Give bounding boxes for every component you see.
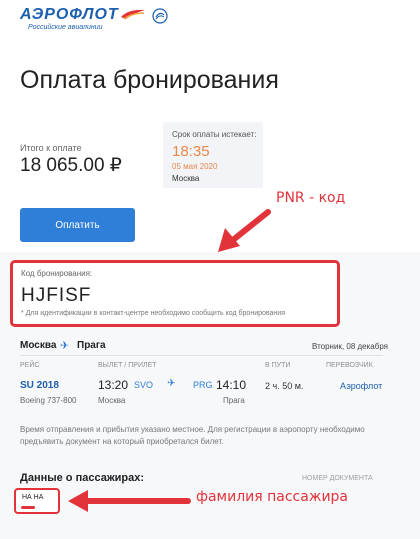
pnr-annotation: PNR - код <box>276 190 346 206</box>
booking-code-label: Код бронирования: <box>21 269 93 278</box>
departure-airport: SVO <box>134 380 154 390</box>
flight-number: SU 2018 <box>20 380 59 391</box>
plane-icon: ✈ <box>167 378 176 389</box>
divider <box>20 355 383 356</box>
arrival-airport: PRG <box>193 380 213 390</box>
col-header-carrier: ПЕРЕВОЗЧИК <box>326 362 373 369</box>
page-title: Оплата бронирования <box>20 66 279 94</box>
logo-text[interactable]: АЭРОФЛОТ <box>20 6 119 24</box>
arrival-time: 14:10 <box>216 378 247 392</box>
route-to: Прага <box>77 340 106 351</box>
aircraft-type: Boeing 737-800 <box>20 396 77 405</box>
deadline-time: 18:35 <box>172 143 210 160</box>
aeroflot-wings-icon <box>121 9 145 20</box>
col-header-flight: РЕЙС <box>20 362 40 369</box>
route-date: Вторник, 08 декабря <box>312 342 389 351</box>
carrier-name: Аэрофлот <box>340 381 383 391</box>
passenger-name-card: НА НА <box>14 488 60 514</box>
deadline-label: Срок оплаты истекает: <box>172 130 257 139</box>
passenger-annotation: фамилия пассажира <box>196 489 349 505</box>
col-header-duration: В ПУТИ <box>265 362 291 369</box>
header: АЭРОФЛОТ Российские авиалинии <box>0 0 420 40</box>
logo-subtitle: Российские авиалинии <box>28 24 103 31</box>
total-amount: 18 065.00 ₽ <box>20 155 122 176</box>
plane-icon: ✈ <box>60 340 70 352</box>
payment-deadline-card: Срок оплаты истекает: 18:35 05 мая 2020 … <box>163 122 263 188</box>
flight-duration: 2 ч. 50 м. <box>265 381 304 391</box>
document-number-header: НОМЕР ДОКУМЕНТА <box>302 475 373 482</box>
info-text: Время отправления и прибытия указано мес… <box>20 425 365 446</box>
deadline-date: 05 мая 2020 <box>172 162 218 171</box>
booking-code-card: Код бронирования: HJFISF * Для идентифик… <box>10 260 340 327</box>
route-from: Москва <box>20 340 57 351</box>
departure-city: Москва <box>98 396 126 405</box>
skyteam-badge-icon <box>152 8 168 24</box>
total-label: Итого к оплате <box>20 143 82 153</box>
redaction-mark <box>21 506 35 509</box>
departure-time: 13:20 <box>98 378 129 392</box>
pay-button[interactable]: Оплатить <box>20 208 135 242</box>
arrival-city: Прага <box>223 396 245 405</box>
col-header-dep-arr: ВЫЛЕТ / ПРИЛЕТ <box>98 362 157 369</box>
pnr-arrow <box>218 209 271 252</box>
booking-code: HJFISF <box>21 285 92 306</box>
passengers-title: Данные о пассажирах: <box>20 472 145 484</box>
deadline-city: Москва <box>172 174 200 183</box>
booking-code-note: * Для идентификации в контакт-центре нео… <box>21 310 285 317</box>
passenger-name: НА НА <box>22 494 44 501</box>
